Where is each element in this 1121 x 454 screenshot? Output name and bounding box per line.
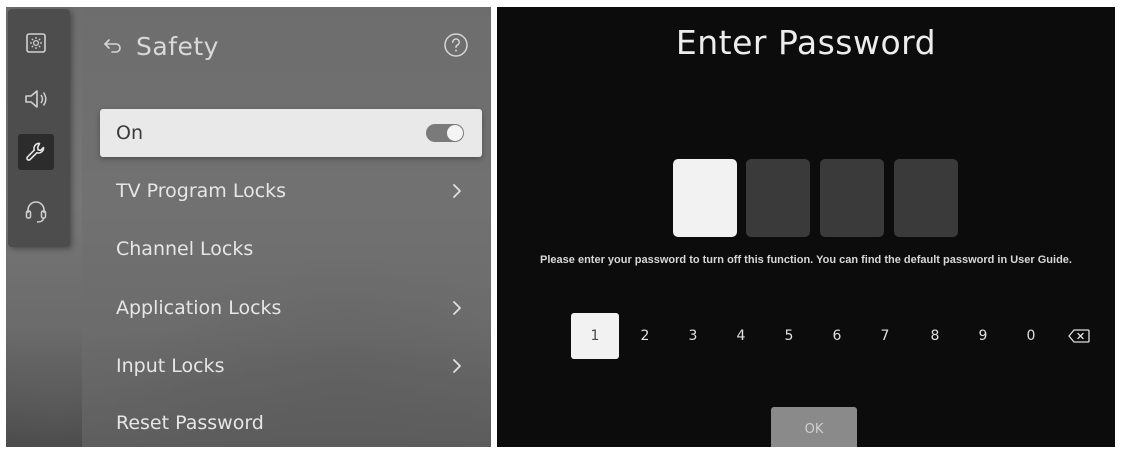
menu-item-label: Application Locks (116, 297, 282, 319)
page: Safety On TV Program Locks Channel Locks… (0, 0, 1121, 454)
settings-category-rail (8, 9, 70, 247)
menu-item-reset-password[interactable]: Reset Password (100, 399, 482, 447)
menu-item-label: On (116, 122, 143, 144)
menu-item-label: Channel Locks (116, 238, 254, 260)
key-3[interactable]: 3 (669, 313, 717, 359)
safety-settings-screen: Safety On TV Program Locks Channel Locks… (6, 7, 491, 447)
page-title: Safety (136, 31, 219, 61)
chevron-right-icon (450, 181, 464, 201)
key-1[interactable]: 1 (571, 313, 619, 359)
menu-item-input-locks[interactable]: Input Locks (100, 342, 482, 390)
key-0[interactable]: 0 (1007, 313, 1055, 359)
sound-icon[interactable] (18, 81, 54, 117)
backspace-icon[interactable] (1055, 313, 1103, 359)
back-arrow-icon[interactable] (100, 33, 126, 59)
chevron-right-icon (450, 298, 464, 318)
support-headset-icon[interactable] (18, 193, 54, 229)
panel-header: Safety (100, 29, 470, 63)
ok-button[interactable]: OK (771, 407, 857, 447)
key-4[interactable]: 4 (717, 313, 765, 359)
toggle-knob (447, 125, 463, 141)
key-7[interactable]: 7 (861, 313, 909, 359)
pin-digit-4[interactable] (894, 159, 958, 237)
menu-item-tv-program-locks[interactable]: TV Program Locks (100, 167, 482, 215)
pin-digit-3[interactable] (820, 159, 884, 237)
picture-icon[interactable] (18, 25, 54, 61)
key-2[interactable]: 2 (621, 313, 669, 359)
safety-settings-panel: Safety On TV Program Locks Channel Locks… (82, 7, 491, 447)
pin-digit-1[interactable] (673, 159, 737, 237)
menu-item-application-locks[interactable]: Application Locks (100, 284, 482, 332)
dialog-title: Enter Password (675, 23, 937, 62)
key-6[interactable]: 6 (813, 313, 861, 359)
key-5[interactable]: 5 (765, 313, 813, 359)
wrench-icon[interactable] (18, 134, 54, 170)
menu-item-label: TV Program Locks (116, 180, 287, 202)
key-9[interactable]: 9 (959, 313, 1007, 359)
chevron-right-icon (450, 356, 464, 376)
safety-toggle-item[interactable]: On (100, 109, 482, 157)
menu-item-label: Reset Password (116, 412, 264, 434)
enter-password-screen: Enter Password Please enter your passwor… (497, 7, 1115, 447)
menu-item-channel-locks[interactable]: Channel Locks (100, 225, 482, 273)
password-instructions: Please enter your password to turn off t… (540, 254, 1072, 266)
pin-digit-2[interactable] (746, 159, 810, 237)
key-8[interactable]: 8 (911, 313, 959, 359)
help-icon[interactable] (442, 31, 470, 59)
menu-item-label: Input Locks (116, 355, 225, 377)
on-off-toggle[interactable] (426, 124, 464, 142)
